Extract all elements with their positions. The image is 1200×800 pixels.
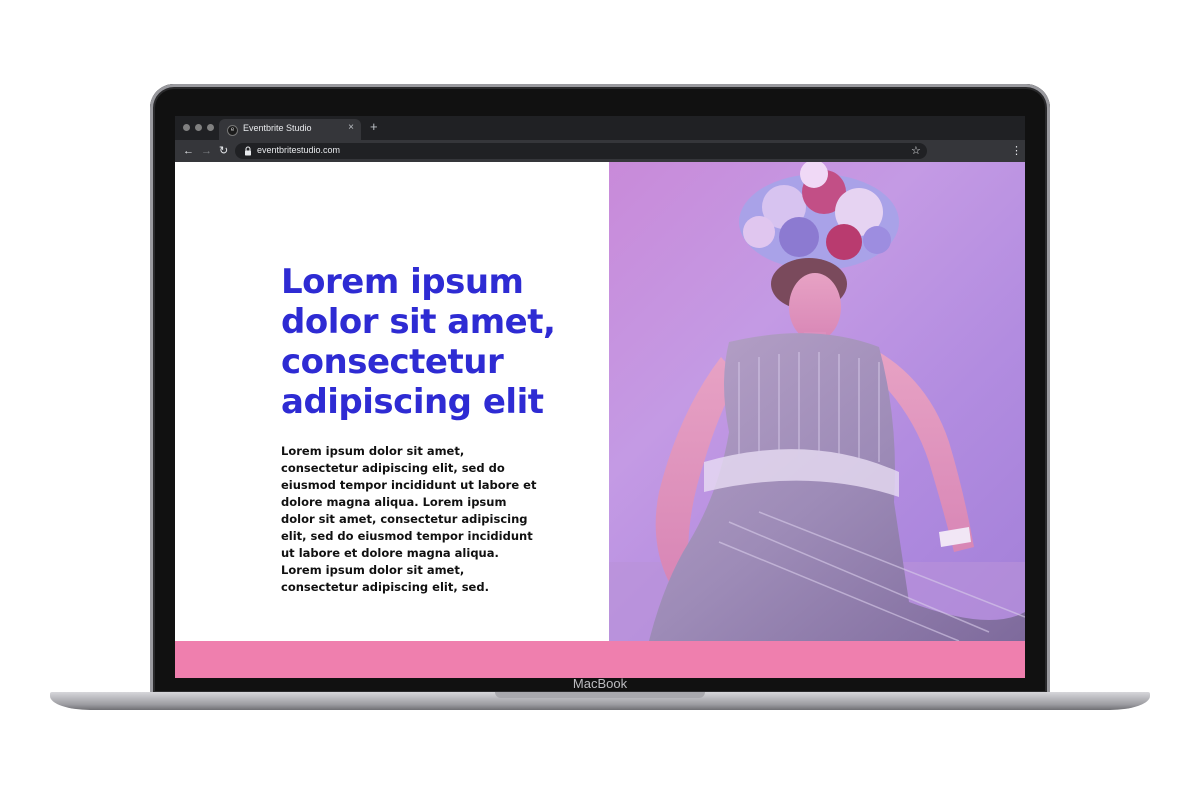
maximize-window-button[interactable] — [207, 124, 214, 131]
new-tab-button[interactable]: + — [370, 119, 378, 134]
hero-heading: Lorem ipsum dolor sit amet, consectetur … — [281, 262, 556, 422]
lock-icon — [245, 146, 251, 156]
kebab-menu-icon[interactable]: ⋮ — [1011, 144, 1022, 158]
bookmark-star-icon[interactable]: ☆ — [911, 144, 921, 158]
web-page: Lorem ipsum dolor sit amet, consectetur … — [175, 162, 1025, 678]
reload-icon: ↻ — [219, 145, 229, 157]
macbook-label: MacBook — [572, 676, 628, 691]
browser-toolbar: ← → ↻ eventbritestudio.com ☆ ⋮ — [175, 140, 1025, 162]
hero-body-text: Lorem ipsum dolor sit amet, consectetur … — [281, 444, 537, 594]
window-controls — [183, 124, 214, 131]
reload-button[interactable]: ↻ — [219, 144, 228, 158]
hero-photo — [609, 162, 1025, 641]
tab-title: Eventbrite Studio — [243, 123, 312, 133]
url-text: eventbritestudio.com — [257, 145, 341, 155]
browser-tab[interactable]: e Eventbrite Studio × — [219, 119, 361, 140]
browser-tab-bar: e Eventbrite Studio × + — [175, 116, 1025, 140]
arrow-right-icon: → — [201, 145, 212, 157]
forward-button[interactable]: → — [201, 144, 212, 158]
eventbrite-favicon-icon: e — [227, 125, 238, 136]
address-bar[interactable]: eventbritestudio.com — [235, 143, 927, 159]
back-button[interactable]: ← — [183, 144, 194, 158]
laptop-notch — [495, 692, 705, 698]
footer-band — [175, 641, 1025, 678]
floral-crown — [739, 162, 899, 270]
laptop-screen: e Eventbrite Studio × + ← → ↻ eventbrite… — [175, 116, 1025, 678]
arrow-left-icon: ← — [183, 145, 194, 157]
close-window-button[interactable] — [183, 124, 190, 131]
minimize-window-button[interactable] — [195, 124, 202, 131]
model-illustration — [609, 162, 1025, 641]
tab-close-icon[interactable]: × — [348, 122, 354, 133]
